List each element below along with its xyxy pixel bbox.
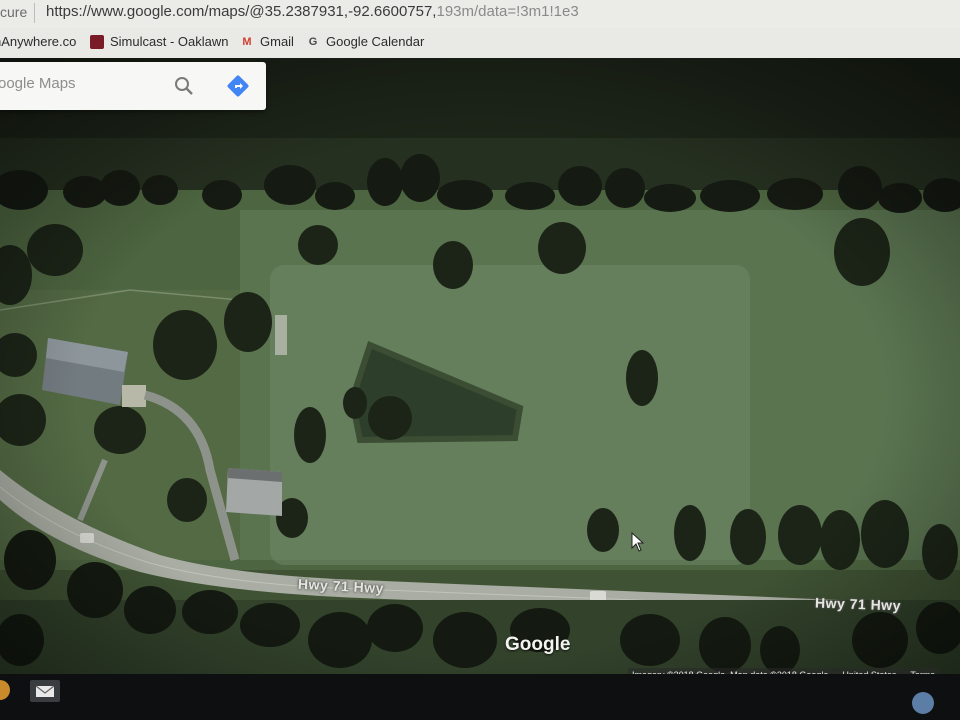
bookmark-label: Gmail <box>260 34 294 49</box>
bookmark-item-web[interactable]: nAnywhere.co <box>0 34 76 49</box>
url-suffix: 193m/data=!3m1!1e3 <box>436 3 579 20</box>
google-logo: Google <box>505 634 571 655</box>
bookmark-label: Google Calendar <box>326 34 425 49</box>
bookmarks-bar: nAnywhere.co Simulcast - Oaklawn M Gmail… <box>0 28 960 59</box>
secure-label: cure <box>0 4 28 20</box>
bookmark-item-gmail[interactable]: M Gmail <box>240 34 294 49</box>
simulcast-icon <box>90 34 104 49</box>
directions-icon[interactable] <box>226 74 250 98</box>
taskbar <box>0 674 960 720</box>
satellite-imagery <box>0 58 960 674</box>
bookmark-label: Simulcast - Oaklawn <box>110 34 229 49</box>
bookmark-label: nAnywhere.co <box>0 34 77 49</box>
url-field[interactable]: https://www.google.com/maps/@35.2387931,… <box>46 3 579 20</box>
account-avatar-icon[interactable] <box>912 692 934 714</box>
road-label: Hwy 71 Hwy <box>814 594 902 614</box>
bookmark-item-google-calendar[interactable]: G Google Calendar <box>306 34 425 49</box>
gmail-icon: M <box>242 35 252 48</box>
mail-icon[interactable] <box>30 680 60 702</box>
bookmark-item-simulcast[interactable]: Simulcast - Oaklawn <box>90 34 228 49</box>
search-box[interactable]: oogle Maps <box>0 62 266 110</box>
address-bar[interactable]: cure https://www.google.com/maps/@35.238… <box>0 0 960 29</box>
url-prefix: https://www.google.com/maps/@35.2387931,… <box>46 3 437 20</box>
google-icon: G <box>308 35 318 48</box>
divider <box>34 3 35 23</box>
search-input[interactable]: oogle Maps <box>0 75 76 92</box>
satellite-map[interactable]: Hwy 71 Hwy Hwy 71 Hwy <box>0 58 960 674</box>
search-icon[interactable] <box>172 74 196 98</box>
